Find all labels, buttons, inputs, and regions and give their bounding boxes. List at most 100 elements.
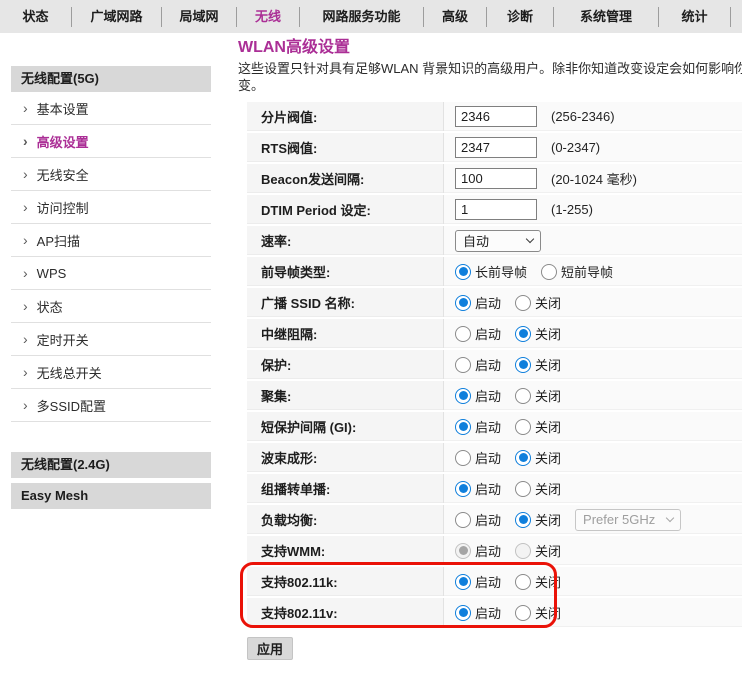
rate-select[interactable]: 自动 (455, 230, 541, 252)
radio-checked-icon[interactable] (455, 481, 471, 497)
radio-unchecked-icon[interactable] (455, 512, 471, 528)
sidebar-header-easy-mesh[interactable]: Easy Mesh (11, 483, 211, 509)
settings-row-broadcast-ssid: 广播 SSID 名称:启动关闭 (247, 288, 742, 319)
nav-tab-wireless[interactable]: 无线 (237, 0, 299, 33)
sidebar-header-wireless-24g[interactable]: 无线配置(2.4G) (11, 452, 211, 478)
short-gi-option-1[interactable]: 关闭 (515, 417, 561, 436)
aggregation-option-label: 关闭 (535, 386, 561, 405)
preamble-type-option-0[interactable]: 长前导帧 (455, 262, 527, 281)
nav-tab-wan[interactable]: 广域网路 (72, 0, 161, 33)
short-gi-label: 短保护间隔 (GI): (247, 412, 444, 441)
support-80211v-option-0[interactable]: 启动 (455, 603, 501, 622)
dtim-period-input[interactable] (455, 199, 537, 220)
support-80211k-option-0[interactable]: 启动 (455, 572, 501, 591)
nav-tab-work[interactable]: 工作 (731, 0, 742, 33)
load-balancing-option-1[interactable]: 关闭 (515, 510, 561, 529)
settings-row-rate: 速率: 自动 (247, 226, 742, 257)
settings-row-wmm-support: 支持WMM:启动关闭 (247, 536, 742, 567)
preamble-type-option-1[interactable]: 短前导帧 (541, 262, 613, 281)
nav-tab-advanced[interactable]: 高级 (424, 0, 486, 33)
nav-tab-status[interactable]: 状态 (0, 0, 71, 33)
radio-checked-icon[interactable] (515, 512, 531, 528)
support-80211k-label: 支持802.11k: (247, 567, 444, 596)
sidebar-header-wireless-5g[interactable]: 无线配置(5G) (11, 66, 211, 92)
sidebar-item-ap-scan[interactable]: ›AP扫描 (11, 224, 211, 257)
sidebar-item-label: 高级设置 (37, 132, 89, 151)
settings-row-protection: 保护:启动关闭 (247, 350, 742, 381)
nav-tab-statistics[interactable]: 统计 (659, 0, 730, 33)
apply-button[interactable]: 应用 (247, 637, 293, 660)
broadcast-ssid-option-0[interactable]: 启动 (455, 293, 501, 312)
nav-tab-diagnostics[interactable]: 诊断 (487, 0, 553, 33)
load-balancing-option-label: 关闭 (535, 510, 561, 529)
radio-unchecked-icon[interactable] (455, 450, 471, 466)
support-80211k-option-label: 关闭 (535, 572, 561, 591)
protection-option-0[interactable]: 启动 (455, 355, 501, 374)
chevron-right-icon: › (23, 233, 28, 247)
sidebar-item-wireless-security[interactable]: ›无线安全 (11, 158, 211, 191)
sidebar-item-wireless-master-switch[interactable]: ›无线总开关 (11, 356, 211, 389)
aggregation-option-1[interactable]: 关闭 (515, 386, 561, 405)
settings-row-beamforming: 波束成形:启动关闭 (247, 443, 742, 474)
multicast-to-unicast-option-1[interactable]: 关闭 (515, 479, 561, 498)
nav-tab-lan[interactable]: 局域网 (162, 0, 236, 33)
page-title: WLAN高级设置 (238, 38, 742, 57)
relay-blocking-option-label: 启动 (475, 324, 501, 343)
radio-checked-icon[interactable] (455, 419, 471, 435)
beacon-interval-input[interactable] (455, 168, 537, 189)
load-balancing-option-0[interactable]: 启动 (455, 510, 501, 529)
radio-unchecked-icon[interactable] (515, 481, 531, 497)
radio-checked-icon[interactable] (515, 450, 531, 466)
beamforming-option-0[interactable]: 启动 (455, 448, 501, 467)
radio-unchecked-icon[interactable] (541, 264, 557, 280)
radio-checked-icon[interactable] (455, 574, 471, 590)
content-layout: 无线配置(5G) ›基本设置›高级设置›无线安全›访问控制›AP扫描›WPS›状… (0, 33, 742, 660)
multicast-to-unicast-option-0[interactable]: 启动 (455, 479, 501, 498)
relay-blocking-option-label: 关闭 (535, 324, 561, 343)
rts-threshold-input[interactable] (455, 137, 537, 158)
radio-checked-icon[interactable] (455, 388, 471, 404)
sidebar-item-advanced-settings[interactable]: ›高级设置 (11, 125, 211, 158)
rate-select-value: 自动 (463, 231, 489, 250)
radio-unchecked-icon[interactable] (455, 326, 471, 342)
radio-unchecked-icon[interactable] (515, 388, 531, 404)
rate-label: 速率: (247, 226, 444, 255)
radio-unchecked-icon[interactable] (515, 419, 531, 435)
settings-row-dtim-period: DTIM Period 设定:(1-255) (247, 195, 742, 226)
nav-tab-network-services[interactable]: 网路服务功能 (300, 0, 423, 33)
broadcast-ssid-option-1[interactable]: 关闭 (515, 293, 561, 312)
sidebar-item-label: 多SSID配置 (37, 396, 106, 415)
sidebar-item-access-control[interactable]: › 访问控制 (11, 191, 211, 224)
radio-unchecked-icon[interactable] (515, 295, 531, 311)
beamforming-option-1[interactable]: 关闭 (515, 448, 561, 467)
protection-option-1[interactable]: 关闭 (515, 355, 561, 374)
radio-unchecked-icon[interactable] (515, 574, 531, 590)
nav-tab-system-management[interactable]: 系统管理 (554, 0, 658, 33)
sidebar-item-label: 访问控制 (37, 198, 89, 217)
sidebar-items: ›基本设置›高级设置›无线安全›访问控制›AP扫描›WPS›状态›定时开关›无线… (11, 92, 211, 422)
sidebar-item-schedule[interactable]: ›定时开关 (11, 323, 211, 356)
sidebar-item-basic-settings[interactable]: ›基本设置 (11, 92, 211, 125)
settings-table: 分片阀值:(256-2346)RTS阀值:(0-2347)Beacon发送间隔:… (247, 102, 742, 629)
relay-blocking-option-0[interactable]: 启动 (455, 324, 501, 343)
chevron-right-icon: › (23, 200, 28, 214)
settings-row-rts-threshold: RTS阀值:(0-2347) (247, 133, 742, 164)
aggregation-option-0[interactable]: 启动 (455, 386, 501, 405)
preamble-type-option-label: 长前导帧 (475, 262, 527, 281)
sidebar-item-status[interactable]: ›状态 (11, 290, 211, 323)
multicast-to-unicast-option-label: 关闭 (535, 479, 561, 498)
radio-checked-icon[interactable] (515, 357, 531, 373)
short-gi-option-0[interactable]: 启动 (455, 417, 501, 436)
radio-checked-icon[interactable] (515, 326, 531, 342)
sidebar-item-multi-ssid[interactable]: ›多SSID配置 (11, 389, 211, 422)
support-80211v-option-1[interactable]: 关闭 (515, 603, 561, 622)
fragment-threshold-input[interactable] (455, 106, 537, 127)
radio-checked-icon[interactable] (455, 605, 471, 621)
support-80211k-option-1[interactable]: 关闭 (515, 572, 561, 591)
relay-blocking-option-1[interactable]: 关闭 (515, 324, 561, 343)
radio-checked-icon[interactable] (455, 295, 471, 311)
radio-unchecked-icon[interactable] (515, 605, 531, 621)
sidebar-item-wps[interactable]: ›WPS (11, 257, 211, 290)
radio-unchecked-icon[interactable] (455, 357, 471, 373)
radio-checked-icon[interactable] (455, 264, 471, 280)
